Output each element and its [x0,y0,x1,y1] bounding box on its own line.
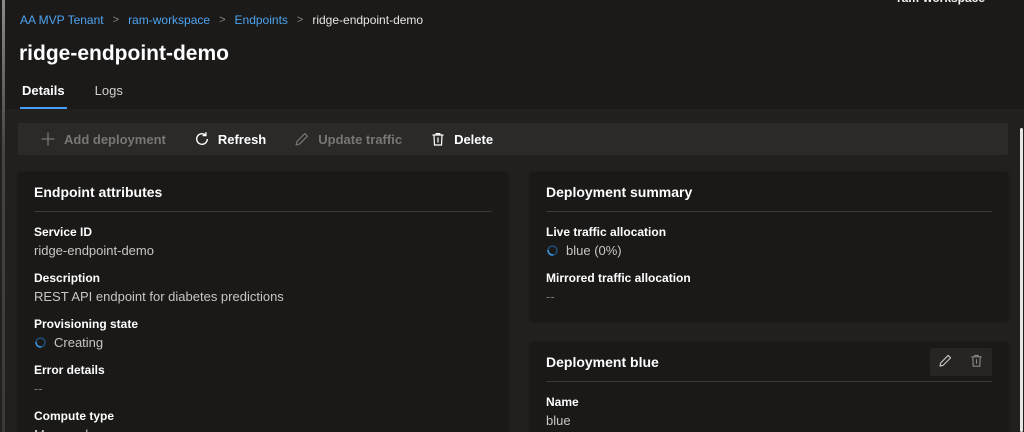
pencil-icon [938,353,953,371]
field-name: Name blue [546,395,992,428]
card-title: Endpoint attributes [34,184,162,200]
page-header: AA MVP Tenant > ram-workspace > Endpoint… [0,0,1024,109]
card-title: Deployment summary [546,184,692,200]
field-label: Name [546,395,992,409]
page-title: ridge-endpoint-demo [19,42,1004,66]
field-error-details: Error details -- [34,363,492,396]
window-edge-line [2,0,5,432]
plus-icon [40,131,56,147]
field-value: ridge-endpoint-demo [34,243,492,258]
delete-deployment-button[interactable] [961,348,992,376]
breadcrumb-separator-icon: > [297,14,303,26]
tab-bar: Details Logs [20,83,1004,109]
add-deployment-label: Add deployment [64,132,166,147]
cards-row: Endpoint attributes Service ID ridge-end… [18,172,1008,432]
field-label: Error details [34,363,492,377]
vertical-scrollbar[interactable] [1020,128,1023,432]
card-header: Endpoint attributes [34,172,492,212]
update-traffic-button[interactable]: Update traffic [280,123,416,155]
breadcrumb-separator-icon: > [219,14,225,26]
field-value: -- [546,289,992,304]
delete-label: Delete [454,132,493,147]
refresh-button[interactable]: Refresh [180,123,280,155]
refresh-icon [194,131,210,147]
card-header: Deployment blue [546,342,992,382]
field-value: Managed [34,427,492,432]
field-description: Description REST API endpoint for diabet… [34,271,492,304]
right-column: Deployment summary Live traffic allocati… [530,172,1008,432]
field-provisioning-state: Provisioning state Creating [34,317,492,350]
field-service-id: Service ID ridge-endpoint-demo [34,225,492,258]
command-toolbar: Add deployment Refresh Update traffic De… [18,123,1008,155]
field-label: Compute type [34,409,492,423]
tab-details[interactable]: Details [20,83,67,109]
endpoint-attributes-card: Endpoint attributes Service ID ridge-end… [18,172,508,432]
breadcrumb-item-endpoints[interactable]: Endpoints [235,13,288,27]
breadcrumb: AA MVP Tenant > ram-workspace > Endpoint… [20,13,1004,27]
field-compute-type: Compute type Managed [34,409,492,432]
field-label: Live traffic allocation [546,225,992,239]
status-text: Creating [54,335,103,350]
spinner-icon [34,336,47,349]
trash-icon [969,353,984,371]
breadcrumb-item-current: ridge-endpoint-demo [312,13,423,27]
card-title: Deployment blue [546,354,659,370]
spinner-icon [546,244,559,257]
breadcrumb-item-workspace[interactable]: ram-workspace [128,13,210,27]
breadcrumb-separator-icon: > [113,14,119,26]
workspace-label-text: ram-workspace [886,0,996,5]
refresh-label: Refresh [218,132,266,147]
field-live-traffic: Live traffic allocation blue (0%) [546,225,992,258]
content-area: Add deployment Refresh Update traffic De… [0,109,1024,432]
field-mirrored-traffic: Mirrored traffic allocation -- [546,271,992,304]
status-value: Creating [34,335,492,350]
field-label: Mirrored traffic allocation [546,271,992,285]
delete-button[interactable]: Delete [416,123,507,155]
deployment-blue-card: Deployment blue [530,342,1008,432]
add-deployment-button[interactable]: Add deployment [26,123,180,155]
pencil-icon [294,131,310,147]
workspace-label-clipped: ram-workspace [886,0,996,6]
status-text: blue (0%) [566,243,622,258]
field-value: REST API endpoint for diabetes predictio… [34,289,492,304]
status-value: blue (0%) [546,243,992,258]
update-traffic-label: Update traffic [318,132,402,147]
edit-deployment-button[interactable] [930,348,961,376]
field-label: Description [34,271,492,285]
trash-icon [430,131,446,147]
breadcrumb-item-tenant[interactable]: AA MVP Tenant [20,13,104,27]
deployment-actions [930,348,992,376]
tab-logs[interactable]: Logs [93,83,125,109]
field-label: Provisioning state [34,317,492,331]
field-value: -- [34,381,492,396]
field-value: blue [546,413,992,428]
deployment-summary-card: Deployment summary Live traffic allocati… [530,172,1008,320]
card-header: Deployment summary [546,172,992,212]
field-label: Service ID [34,225,492,239]
